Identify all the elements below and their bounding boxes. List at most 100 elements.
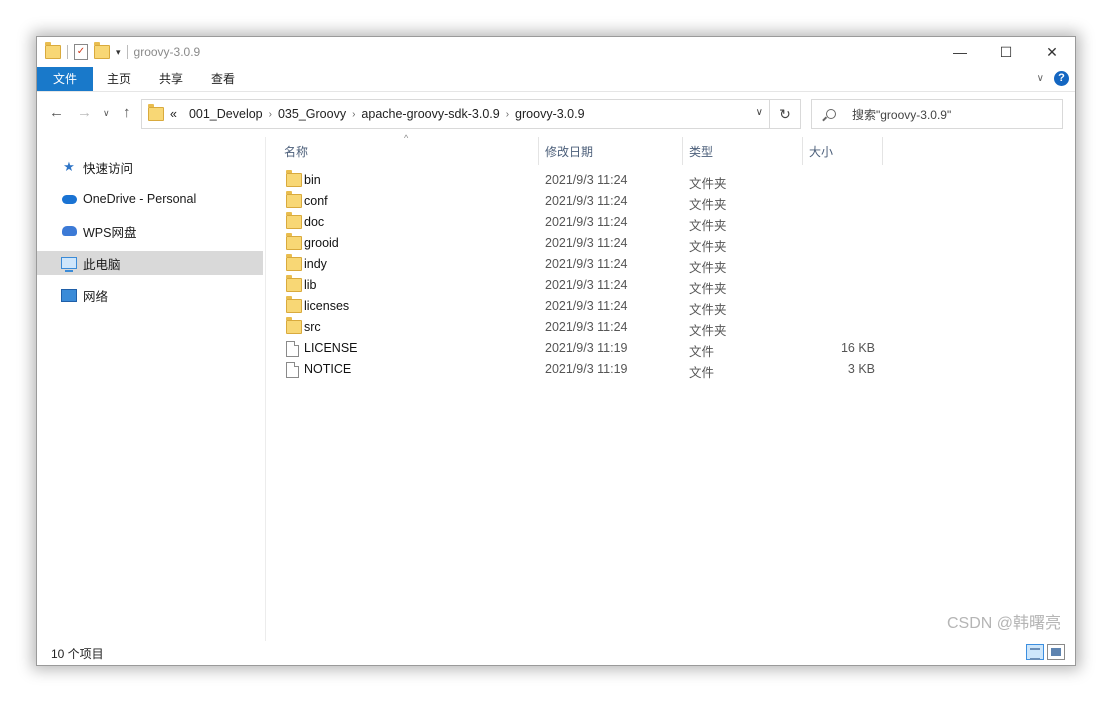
table-row[interactable]: licenses 2021/9/3 11:24 文件夹 [266,296,886,317]
table-row[interactable]: bin 2021/9/3 11:24 文件夹 [266,170,886,191]
sidebar-item-onedrive[interactable]: OneDrive - Personal [37,187,263,211]
table-row[interactable]: grooid 2021/9/3 11:24 文件夹 [266,233,886,254]
column-header-type[interactable]: 类型 [683,137,803,165]
help-icon[interactable]: ? [1054,71,1069,86]
address-row: ← → ∨ ↑ « 001_Develop › 035_Groovy › apa… [37,92,1075,136]
search-placeholder: 搜索"groovy-3.0.9" [852,107,952,122]
table-row[interactable]: NOTICE 2021/9/3 11:19 文件 3 KB [266,359,886,380]
column-header-name[interactable]: 名称 [278,137,539,165]
modified-date: 2021/9/3 11:24 [545,236,628,250]
sidebar-item-wps[interactable]: WPS网盘 [37,219,263,243]
maximize-button[interactable]: ☐ [983,37,1029,67]
minimize-button[interactable]: — [937,37,983,67]
forward-icon[interactable]: → [77,104,92,121]
tab-share[interactable]: 共享 [145,67,197,91]
file-name: src [304,320,321,334]
ribbon-right: ∨ ? [1037,71,1069,86]
breadcrumb-item[interactable]: 001_Develop [183,107,269,121]
modified-date: 2021/9/3 11:24 [545,194,628,208]
file-name: indy [304,257,327,271]
table-row[interactable]: LICENSE 2021/9/3 11:19 文件 16 KB [266,338,886,359]
details-view-button[interactable] [1026,644,1044,660]
folder-icon [286,275,302,292]
breadcrumb-item[interactable]: apache-groovy-sdk-3.0.9 [355,107,505,121]
modified-date: 2021/9/3 11:24 [545,257,628,271]
toolbar-divider [67,45,68,59]
item-count: 10 个项目 [51,646,104,661]
modified-date: 2021/9/3 11:24 [545,299,628,313]
modified-date: 2021/9/3 11:19 [545,341,628,355]
modified-date: 2021/9/3 11:19 [545,362,628,376]
file-name: lib [304,278,317,292]
sidebar-item-label: 快速访问 [83,161,134,176]
folder-icon [286,317,302,334]
breadcrumb-overflow[interactable]: « [164,107,183,121]
file-type: 文件 [689,345,715,359]
properties-icon[interactable]: ✓ [74,44,88,60]
file-name: grooid [304,236,339,250]
folder-icon [286,170,302,187]
sidebar-item-label: WPS网盘 [83,225,137,240]
table-row[interactable]: doc 2021/9/3 11:24 文件夹 [266,212,886,233]
file-name: bin [304,173,321,187]
breadcrumb-item[interactable]: groovy-3.0.9 [509,107,590,121]
new-folder-icon[interactable] [94,42,110,59]
modified-date: 2021/9/3 11:24 [545,278,628,292]
file-name: LICENSE [304,341,358,355]
column-header-date[interactable]: 修改日期 [539,137,683,165]
sidebar-item-quick-access[interactable]: ★ 快速访问 [37,155,263,179]
folder-icon [286,233,302,250]
navigation-pane: ★ 快速访问 OneDrive - Personal WPS网盘 此电脑 网络 [37,137,266,641]
folder-icon [148,104,164,121]
table-row[interactable]: src 2021/9/3 11:24 文件夹 [266,317,886,338]
back-icon[interactable]: ← [49,104,64,121]
toolbar-divider [126,45,128,59]
table-row[interactable]: indy 2021/9/3 11:24 文件夹 [266,254,886,275]
quick-access-toolbar: ✓ ▾ [37,42,128,60]
modified-date: 2021/9/3 11:24 [545,173,628,187]
tab-home[interactable]: 主页 [93,67,145,91]
address-dropdown-icon[interactable]: ∨ [756,107,763,118]
sidebar-item-network[interactable]: 网络 [37,283,263,307]
network-icon [61,288,77,302]
file-size: 16 KB [840,341,875,355]
computer-icon [61,256,77,272]
address-bar[interactable]: « 001_Develop › 035_Groovy › apache-groo… [141,99,770,129]
sidebar-item-this-pc[interactable]: 此电脑 [37,251,263,275]
file-size: 3 KB [847,362,875,376]
table-row[interactable]: lib 2021/9/3 11:24 文件夹 [266,275,886,296]
cloud-icon [61,192,77,206]
watermark: CSDN @韩曙亮 [946,615,1061,632]
file-icon [286,362,299,378]
sidebar-item-label: OneDrive - Personal [83,192,197,206]
column-header-size[interactable]: 大小 [803,137,883,165]
file-type: 文件夹 [689,177,727,191]
view-switcher [1026,644,1065,660]
table-row[interactable]: conf 2021/9/3 11:24 文件夹 [266,191,886,212]
file-list: ^ 名称 修改日期 类型 大小 bin 2021/9/3 11:24 文件夹 conf… [266,133,1075,641]
tab-file[interactable]: 文件 [37,67,94,91]
expand-ribbon-icon[interactable]: ∨ [1037,73,1044,84]
folder-icon [45,42,61,59]
refresh-button[interactable]: ↻ [770,99,801,129]
folder-icon [286,212,302,229]
customize-toolbar-icon[interactable]: ▾ [116,47,121,58]
close-button[interactable]: ✕ [1029,37,1075,67]
large-icons-view-button[interactable] [1047,644,1065,660]
status-bar: 10 个项目 [37,641,1075,665]
folder-icon [286,191,302,208]
recent-locations-icon[interactable]: ∨ [103,108,110,119]
tab-view[interactable]: 查看 [197,67,249,91]
search-input[interactable]: 搜索"groovy-3.0.9" [811,99,1063,129]
star-icon: ★ [63,159,75,174]
sidebar-item-label: 此电脑 [83,257,121,272]
wps-cloud-icon [61,224,77,238]
modified-date: 2021/9/3 11:24 [545,320,628,334]
up-icon[interactable]: ↑ [123,104,131,121]
folder-icon [286,296,302,313]
breadcrumb-item[interactable]: 035_Groovy [272,107,352,121]
file-type: 文件夹 [689,324,727,338]
sidebar-item-label: 网络 [83,289,109,304]
file-type: 文件夹 [689,282,727,296]
file-type: 文件夹 [689,261,727,275]
